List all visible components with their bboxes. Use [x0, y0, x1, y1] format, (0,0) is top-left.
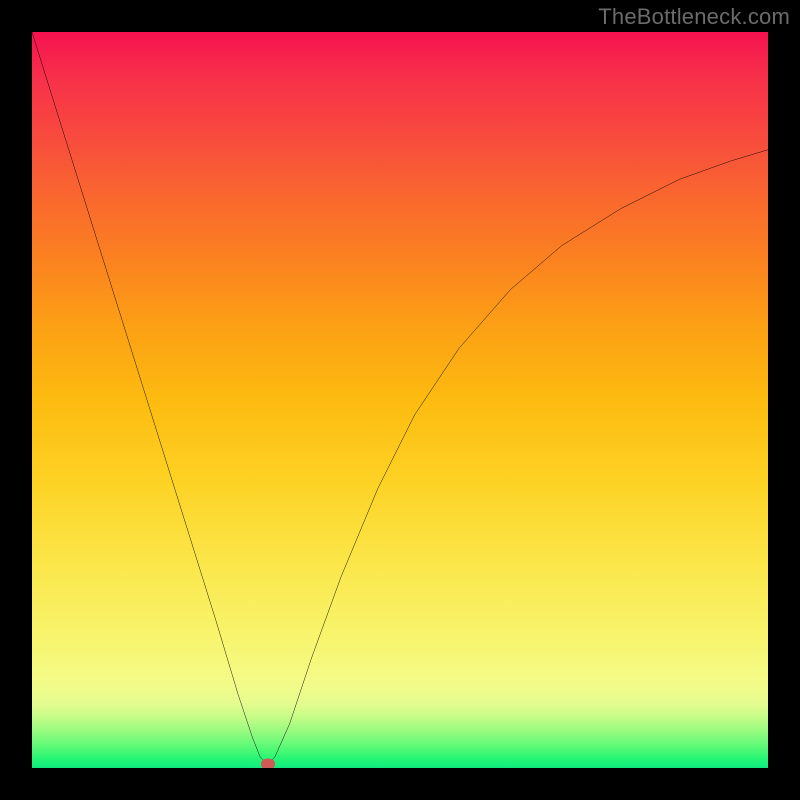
watermark-text: TheBottleneck.com: [598, 4, 790, 30]
chart-frame: TheBottleneck.com: [0, 0, 800, 800]
plot-area: [32, 32, 768, 768]
plot-border: [28, 28, 772, 772]
bottleneck-curve: [32, 32, 768, 768]
minimum-marker: [261, 759, 275, 768]
